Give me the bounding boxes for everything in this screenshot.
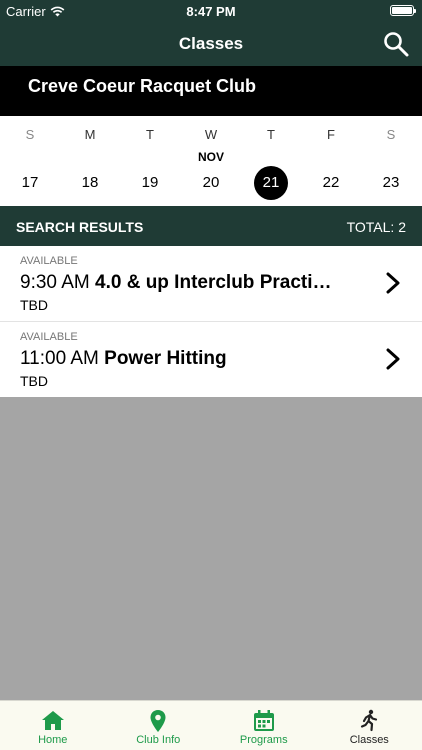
results-label: SEARCH RESULTS <box>16 219 144 235</box>
results-total: TOTAL: 2 <box>346 219 406 235</box>
class-location: TBD <box>20 373 48 389</box>
date-cell-selected[interactable]: 21 <box>254 166 288 200</box>
date-cell[interactable]: 18 <box>73 166 107 200</box>
tab-home[interactable]: Home <box>0 701 106 750</box>
chevron-right-icon <box>386 272 400 294</box>
availability-label: AVAILABLE <box>20 255 78 267</box>
date-cell[interactable]: 23 <box>374 166 408 200</box>
tab-label: Classes <box>349 734 389 746</box>
nav-bar: Classes <box>0 22 422 66</box>
page-title: Classes <box>178 34 244 53</box>
calendar-day-sun: S 17 <box>0 116 60 206</box>
date-cell[interactable]: 19 <box>133 166 167 200</box>
runner-icon <box>361 709 378 732</box>
week-calendar: NOV S 17 M 18 T 19 W 20 T 21 F 22 S 23 <box>0 116 422 206</box>
day-of-week: W <box>204 127 218 142</box>
tab-programs[interactable]: Programs <box>211 701 317 750</box>
club-name: Creve Coeur Racquet Club <box>28 76 257 96</box>
day-of-week: F <box>327 127 335 142</box>
calendar-day-sat: S 23 <box>361 116 421 206</box>
battery-icon <box>390 5 416 16</box>
tab-club-info[interactable]: Club Info <box>106 701 212 750</box>
calendar-day-tue: T 19 <box>120 116 180 206</box>
results-header: SEARCH RESULTS TOTAL: 2 <box>0 206 422 246</box>
class-name: 4.0 & up Interclub Practi… <box>95 272 332 293</box>
day-of-week: S <box>386 127 396 142</box>
club-banner: Creve Coeur Racquet Club <box>0 66 422 116</box>
availability-label: AVAILABLE <box>20 331 78 343</box>
day-of-week: T <box>146 127 154 142</box>
tab-label: Club Info <box>136 734 181 746</box>
chevron-right-icon <box>386 348 400 370</box>
calendar-day-wed: W 20 <box>181 116 241 206</box>
date-cell[interactable]: 17 <box>13 166 47 200</box>
class-row[interactable]: AVAILABLE 11:00 AM Power Hitting TBD <box>0 322 422 397</box>
day-of-week: T <box>267 127 275 142</box>
day-of-week: S <box>25 127 35 142</box>
class-location: TBD <box>20 297 48 313</box>
map-pin-icon <box>150 710 166 732</box>
tab-label: Programs <box>239 734 288 746</box>
tab-classes[interactable]: Classes <box>317 701 422 750</box>
class-name: Power Hitting <box>104 348 227 369</box>
clock: 8:47 PM <box>186 4 236 19</box>
class-title-line: 11:00 AM Power Hitting <box>20 348 360 370</box>
tab-label: Home <box>38 734 68 746</box>
class-time: 9:30 AM <box>20 272 90 293</box>
calendar-day-mon: M 18 <box>60 116 120 206</box>
calendar-icon <box>253 710 274 731</box>
home-icon <box>41 711 64 730</box>
class-title-line: 9:30 AM 4.0 & up Interclub Practi… <box>20 272 360 294</box>
date-cell[interactable]: 20 <box>194 166 228 200</box>
status-bar: Carrier 8:47 PM <box>0 0 422 22</box>
class-row[interactable]: AVAILABLE 9:30 AM 4.0 & up Interclub Pra… <box>0 246 422 321</box>
day-of-week: M <box>84 127 96 142</box>
calendar-day-thu: T 21 <box>241 116 301 206</box>
tab-bar: Home Club Info Programs Classes <box>0 700 422 750</box>
search-icon[interactable] <box>382 30 410 58</box>
date-cell[interactable]: 22 <box>314 166 348 200</box>
calendar-day-fri: F 22 <box>301 116 361 206</box>
class-time: 11:00 AM <box>20 348 99 369</box>
